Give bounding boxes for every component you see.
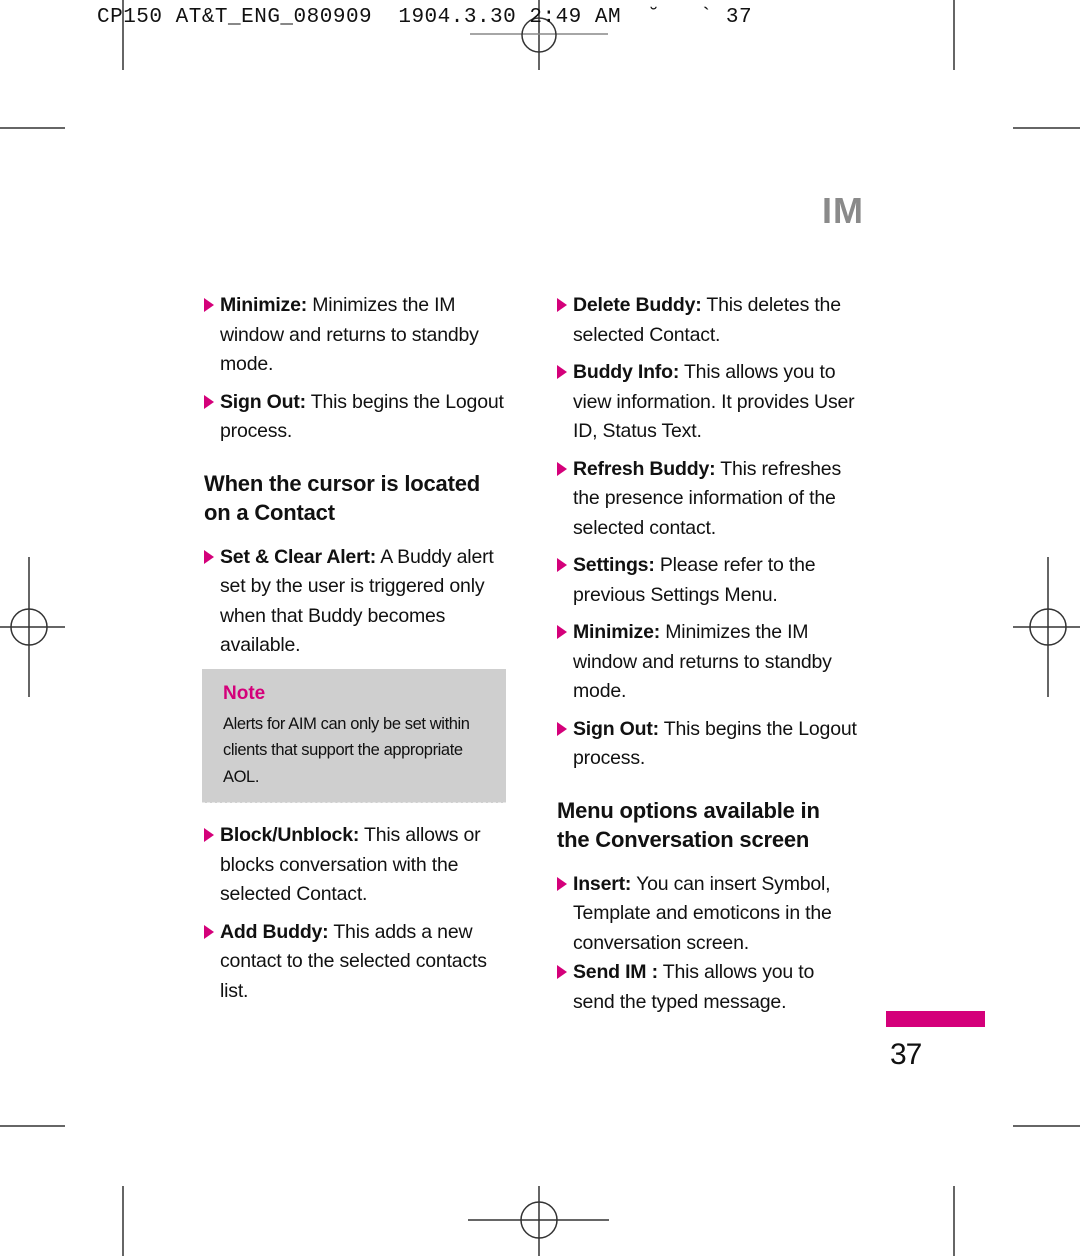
page-accent-bar: [886, 1011, 985, 1027]
left-column: Minimize: Minimizes the IM window and re…: [202, 291, 506, 1014]
menu-item-set-clear-alert: Set & Clear Alert: A Buddy alert set by …: [204, 543, 504, 661]
item-term: Delete Buddy:: [573, 294, 702, 316]
section-heading-conversation: Menu options available in the Conversati…: [557, 797, 820, 852]
item-term: Sign Out:: [220, 390, 306, 413]
item-term: Settings:: [573, 554, 655, 576]
item-term: Insert:: [573, 872, 632, 895]
bullet-arrow-icon: [204, 549, 214, 564]
item-term: Minimize:: [573, 621, 661, 643]
menu-item-buddy-info: Buddy Info: This allows you to view info…: [557, 358, 857, 447]
menu-item-minimize: Minimize: Minimizes the IM window and re…: [557, 618, 857, 707]
menu-item-settings: Settings: Please refer to the previous S…: [557, 551, 857, 610]
bullet-arrow-icon: [204, 298, 214, 312]
menu-item-send-im: Send IM : This allows you to send the ty…: [557, 958, 857, 1017]
note-box: Note Alerts for AIM can only be set with…: [202, 668, 506, 803]
bullet-arrow-icon: [557, 558, 567, 572]
menu-item-minimize: Minimize: Minimizes the IM window and re…: [204, 291, 504, 380]
bullet-arrow-icon: [557, 365, 567, 379]
section-title: IM: [822, 190, 864, 231]
bullet-arrow-icon: [557, 721, 567, 736]
menu-item-add-buddy: Add Buddy: This adds a new contact to th…: [204, 918, 504, 1007]
menu-item-sign-out: Sign Out: This begins the Logout process…: [557, 715, 857, 774]
registration-mark-left: [0, 557, 65, 697]
bullet-arrow-icon: [204, 828, 214, 842]
bullet-arrow-icon: [204, 394, 214, 409]
menu-item-block-unblock: Block/Unblock: This allows or blocks con…: [204, 821, 504, 910]
item-term: Buddy Info:: [573, 361, 680, 383]
menu-item-insert: Insert: You can insert Symbol, Template …: [557, 870, 857, 959]
item-term: Refresh Buddy:: [573, 457, 716, 480]
registration-mark-bottom: [468, 1186, 609, 1256]
bullet-arrow-icon: [557, 876, 567, 891]
bullet-arrow-icon: [557, 625, 567, 639]
page-number: 37: [890, 1038, 922, 1071]
item-term: Set & Clear Alert:: [220, 545, 377, 568]
menu-item-delete-buddy: Delete Buddy: This deletes the selected …: [557, 291, 857, 350]
menu-item-sign-out: Sign Out: This begins the Logout process…: [204, 388, 504, 447]
note-title: Note: [223, 682, 266, 704]
note-body: Alerts for AIM can only be set within cl…: [223, 714, 470, 786]
registration-mark-right: [1013, 557, 1080, 697]
print-slug: CP150 AT&T_ENG_080909 1904.3.30 2:49 AM …: [97, 6, 753, 29]
right-column: Delete Buddy: This deletes the selected …: [557, 291, 857, 1025]
item-term: Minimize:: [220, 294, 308, 316]
bullet-arrow-icon: [557, 461, 567, 476]
bullet-arrow-icon: [557, 298, 567, 312]
section-heading-contact: When the cursor is located on a Contact: [204, 470, 480, 525]
bullet-arrow-icon: [557, 965, 567, 979]
item-term: Sign Out:: [573, 717, 659, 740]
item-term: Send IM :: [573, 961, 658, 983]
item-term: Add Buddy:: [220, 920, 329, 943]
menu-item-refresh-buddy: Refresh Buddy: This refreshes the presen…: [557, 455, 857, 544]
bullet-arrow-icon: [204, 924, 214, 939]
item-term: Block/Unblock:: [220, 824, 360, 846]
